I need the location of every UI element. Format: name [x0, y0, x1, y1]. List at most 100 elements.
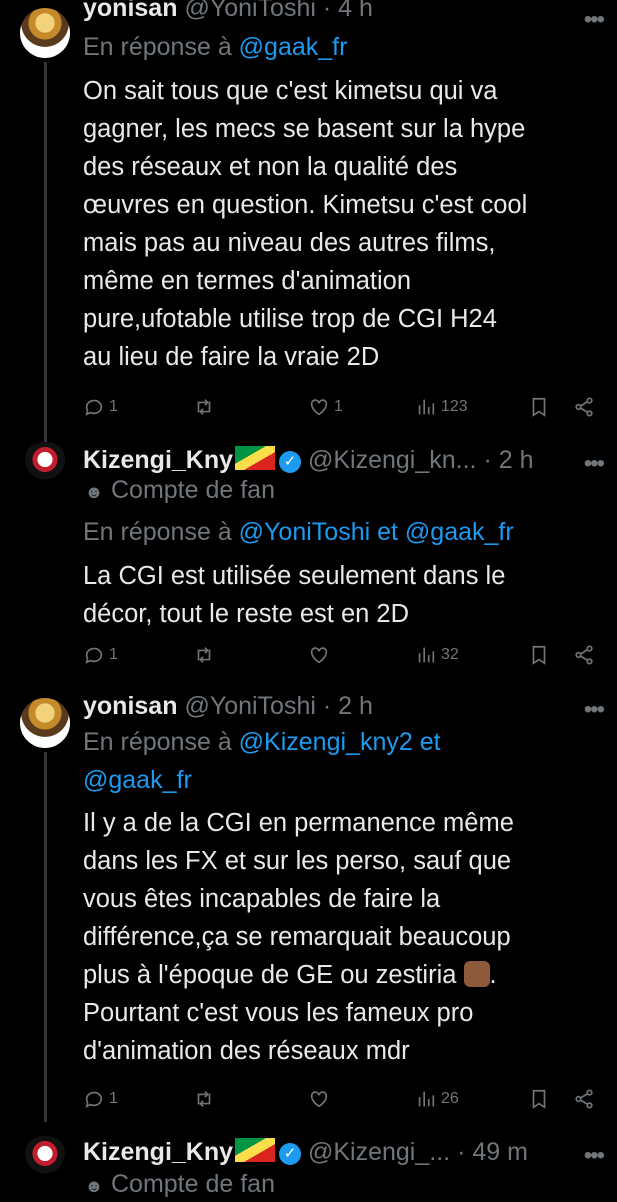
reply-button[interactable]: 1	[83, 396, 118, 418]
timestamp[interactable]: 49 m	[472, 1138, 528, 1166]
heart-icon	[310, 1091, 328, 1108]
congo-flag-icon	[235, 446, 276, 470]
mention-link[interactable]: @gaak_fr	[405, 518, 514, 546]
timestamp[interactable]: 4 h	[338, 0, 373, 22]
verified-badge-icon: ✓	[279, 451, 302, 473]
separator: ·	[322, 692, 332, 720]
action-bar: 1 26	[83, 1088, 603, 1118]
tweet-header: Kizengi_Kny ✓ @Kizengi_kn... · 2 h	[83, 444, 534, 476]
user-handle[interactable]: @YoniToshi	[184, 692, 315, 720]
retweet-button[interactable]	[193, 1088, 215, 1110]
tweet-4[interactable]: Kizengi_Kny ✓ @Kizengi_... · 49 m ••• ☻ Co…	[0, 1130, 617, 1200]
timestamp[interactable]: 2 h	[499, 446, 534, 474]
reply-count: 1	[109, 398, 118, 415]
bookmark-icon	[532, 1089, 546, 1109]
mention-link[interactable]: @Kizengi_kny2	[239, 728, 413, 756]
tweet-text: Il y a de la CGI en permanence même dans…	[83, 804, 603, 1070]
verified-badge-icon: ✓	[279, 1143, 302, 1165]
bookmark-icon	[532, 645, 546, 665]
reply-count: 1	[109, 1090, 118, 1107]
separator: ·	[322, 0, 332, 22]
share-icon	[575, 397, 593, 417]
retweet-icon	[197, 647, 211, 663]
tweet-2[interactable]: Kizengi_Kny ✓ @Kizengi_kn... · 2 h ••• ☻ C…	[0, 430, 617, 690]
timestamp[interactable]: 2 h	[338, 692, 373, 720]
retweet-icon	[197, 399, 211, 415]
avatar[interactable]	[20, 442, 70, 492]
separator: ·	[457, 1138, 466, 1166]
display-name[interactable]: Kizengi_Kny	[83, 446, 233, 474]
heart-icon	[310, 399, 328, 416]
separator: ·	[483, 446, 492, 474]
heart-icon	[310, 647, 328, 664]
reply-icon	[85, 399, 103, 416]
more-icon[interactable]: •••	[584, 452, 605, 476]
reply-prefix: En réponse à	[83, 33, 232, 61]
reply-prefix: En réponse à	[83, 518, 232, 546]
share-icon	[575, 1089, 593, 1109]
views-count: 123	[441, 398, 468, 415]
tweet-1[interactable]: yonisan @YoniToshi · 4 h ••• En réponse …	[0, 0, 617, 442]
like-button[interactable]	[308, 1088, 330, 1110]
views-icon	[418, 647, 435, 663]
retweet-icon	[197, 1091, 211, 1107]
like-button[interactable]	[308, 644, 330, 666]
tweet-3[interactable]: yonisan @YoniToshi · 2 h ••• En réponse …	[0, 690, 617, 1130]
display-name[interactable]: yonisan	[83, 692, 177, 720]
user-handle[interactable]: @Kizengi_kn...	[308, 446, 477, 474]
bookmark-button[interactable]	[528, 644, 550, 666]
action-bar: 1 32	[83, 644, 603, 674]
reply-context: En réponse à @YoniToshi et @gaak_fr	[83, 516, 514, 548]
more-icon[interactable]: •••	[584, 698, 605, 722]
like-button[interactable]: 1	[308, 396, 343, 418]
avatar[interactable]	[20, 698, 70, 748]
share-button[interactable]	[573, 396, 595, 418]
retweet-button[interactable]	[193, 644, 215, 666]
congo-flag-icon	[235, 1138, 276, 1162]
action-bar: 1 1 123	[83, 396, 603, 426]
reply-icon	[85, 1091, 103, 1108]
tweet-text: La CGI est utilisée seulement dans le dé…	[83, 562, 506, 628]
reply-context-cont: @gaak_fr	[83, 764, 192, 796]
share-button[interactable]	[573, 1088, 595, 1110]
views-button[interactable]: 26	[415, 1088, 459, 1110]
avatar[interactable]	[20, 1136, 70, 1186]
reply-button[interactable]: 1	[83, 644, 118, 666]
reply-and: et	[377, 518, 398, 546]
reply-context: En réponse à @gaak_fr	[83, 31, 347, 63]
views-count: 32	[441, 646, 459, 663]
display-name[interactable]: yonisan	[83, 0, 177, 22]
tweet-header: yonisan @YoniToshi · 2 h	[83, 690, 373, 722]
user-handle[interactable]: @YoniToshi	[184, 0, 315, 22]
mention-link[interactable]: @YoniToshi	[239, 518, 370, 546]
tweet-header: yonisan @YoniToshi · 4 h	[83, 0, 373, 24]
views-button[interactable]: 32	[415, 644, 459, 666]
reply-count: 1	[109, 646, 118, 663]
retweet-button[interactable]	[193, 396, 215, 418]
bookmark-button[interactable]	[528, 1088, 550, 1110]
more-icon[interactable]: •••	[584, 8, 605, 32]
theater-mask-icon: ☻	[84, 482, 104, 502]
avatar[interactable]	[20, 8, 70, 58]
like-count: 1	[334, 398, 343, 415]
mention-link[interactable]: @gaak_fr	[239, 33, 348, 61]
reply-button[interactable]: 1	[83, 1088, 118, 1110]
fan-label-text: Compte de fan	[111, 1170, 275, 1198]
views-count: 26	[441, 1090, 459, 1107]
mention-link[interactable]: @gaak_fr	[83, 766, 192, 794]
share-button[interactable]	[573, 644, 595, 666]
shrug-emoji-icon	[463, 961, 490, 987]
tweet-header: Kizengi_Kny ✓ @Kizengi_... · 49 m	[83, 1136, 528, 1168]
more-icon[interactable]: •••	[584, 1144, 605, 1168]
bookmark-icon	[532, 397, 546, 417]
share-icon	[575, 645, 593, 665]
user-handle[interactable]: @Kizengi_...	[308, 1138, 450, 1166]
thread-line	[44, 62, 47, 442]
fan-account-label: ☻ Compte de fan	[83, 1168, 275, 1202]
views-button[interactable]: 123	[415, 396, 468, 418]
bookmark-button[interactable]	[528, 396, 550, 418]
thread-line	[44, 752, 47, 1122]
reply-icon	[85, 647, 103, 664]
theater-mask-icon: ☻	[84, 1176, 104, 1196]
display-name[interactable]: Kizengi_Kny	[83, 1138, 233, 1166]
